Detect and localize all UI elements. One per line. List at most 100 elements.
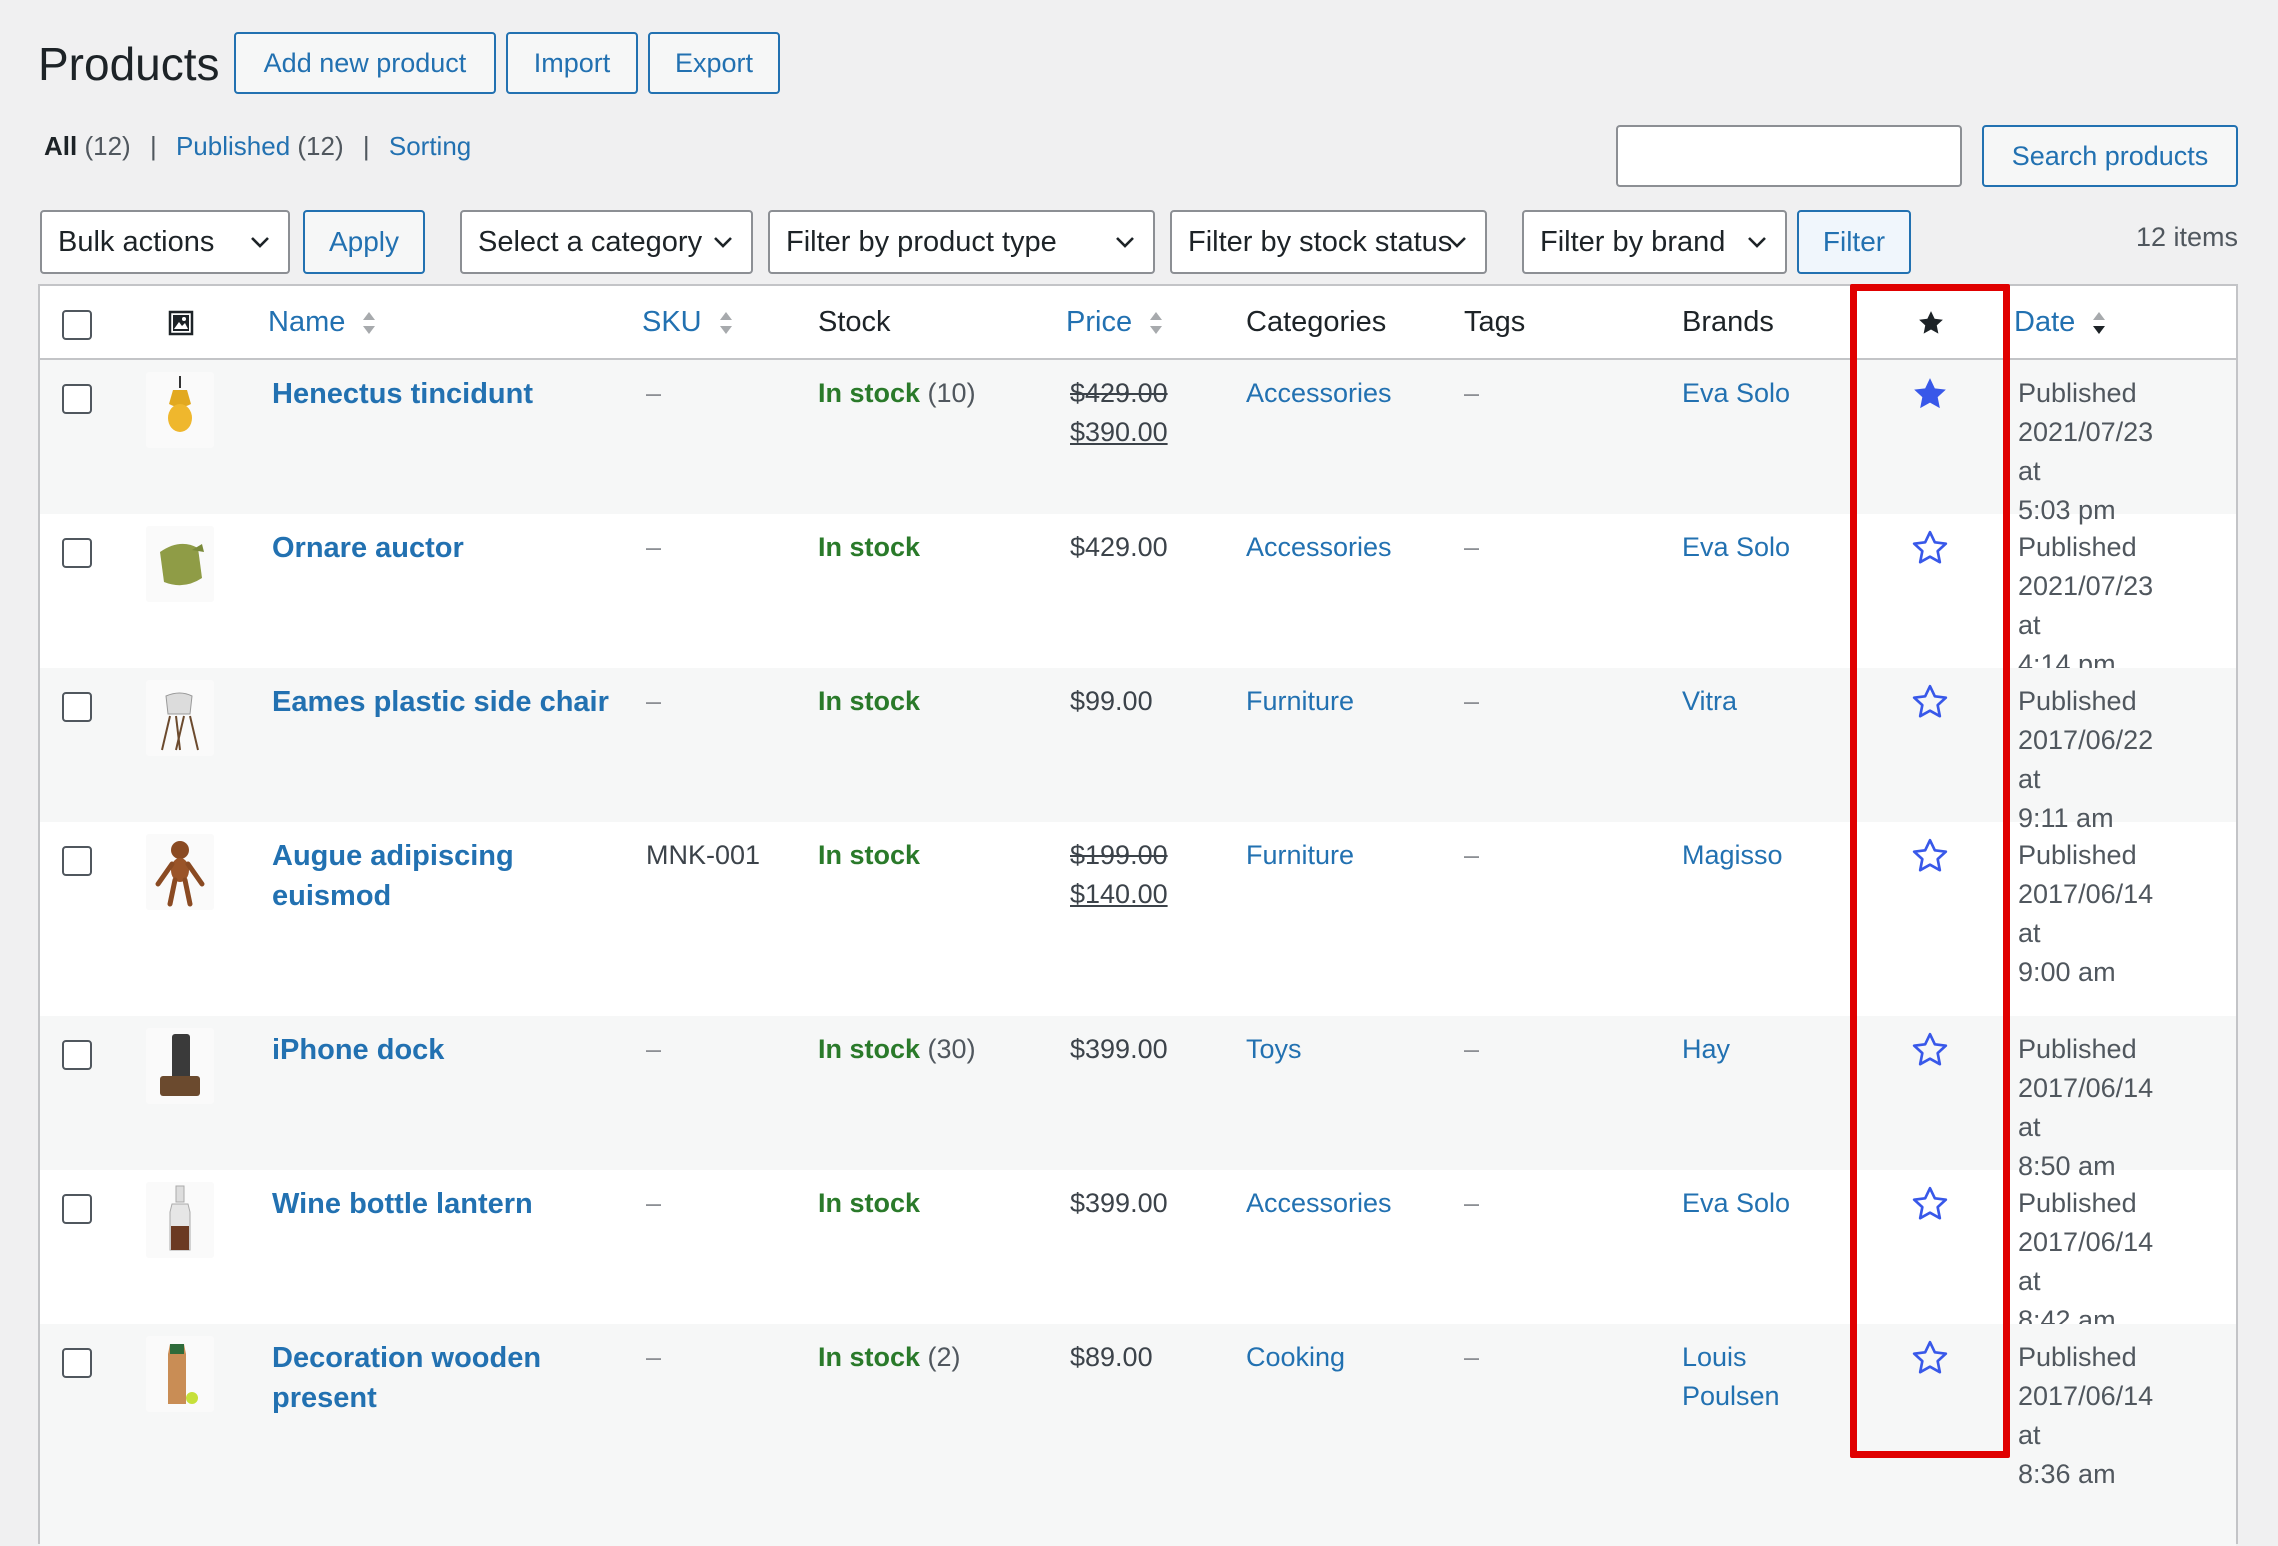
- stock-qty: (2): [927, 1342, 961, 1372]
- import-button[interactable]: Import: [506, 32, 638, 94]
- category-link[interactable]: Furniture: [1246, 682, 1354, 721]
- view-published-count: (12): [297, 131, 344, 161]
- sort-icon: [719, 312, 732, 335]
- bulk-actions-select[interactable]: Bulk actions: [40, 210, 290, 274]
- view-sorting-link[interactable]: Sorting: [389, 131, 471, 161]
- stock-cell: In stock (10): [818, 374, 976, 413]
- sort-icon: [1150, 312, 1163, 335]
- date-cell: Published 2017/06/14 at 9:00 am: [2018, 836, 2178, 992]
- date-cell: Published 2017/06/14 at 8:50 am: [2018, 1030, 2178, 1186]
- date-day: 2017/06/14 at: [2018, 1227, 2154, 1296]
- items-count: 12 items: [2135, 222, 2238, 252]
- row-checkbox[interactable]: [62, 538, 92, 568]
- product-name-link[interactable]: Ornare auctor: [272, 528, 612, 568]
- product-thumbnail[interactable]: [146, 834, 214, 910]
- product-thumbnail[interactable]: [146, 526, 214, 602]
- product-name-link[interactable]: Augue adipiscing euismod: [272, 836, 612, 916]
- row-checkbox[interactable]: [62, 692, 92, 722]
- date-status: Published: [2018, 1034, 2137, 1064]
- view-published-link[interactable]: Published: [176, 131, 290, 161]
- regular-price: $429.00: [1070, 378, 1168, 408]
- product-thumbnail[interactable]: [146, 1182, 214, 1258]
- stock-status: In stock: [818, 1188, 921, 1218]
- date-cell: Published 2017/06/14 at 8:36 am: [2018, 1338, 2178, 1494]
- date-day: 2021/07/23 at: [2018, 417, 2154, 486]
- product-thumbnail[interactable]: [146, 1028, 214, 1104]
- tags-cell: –: [1464, 1188, 1480, 1218]
- date-status: Published: [2018, 1342, 2137, 1372]
- sort-icon: [363, 312, 376, 335]
- brand-link[interactable]: Vitra: [1682, 682, 1737, 721]
- row-checkbox[interactable]: [62, 846, 92, 876]
- column-sku[interactable]: SKU: [642, 306, 734, 339]
- row-checkbox[interactable]: [62, 1348, 92, 1378]
- product-thumbnail[interactable]: [146, 1336, 214, 1412]
- product-name-link[interactable]: Eames plastic side chair: [272, 682, 612, 722]
- price-cell: $99.00: [1070, 686, 1153, 716]
- date-day: 2017/06/14 at: [2018, 1381, 2154, 1450]
- search-input[interactable]: [1616, 125, 1962, 187]
- brand-link[interactable]: Eva Solo: [1682, 1184, 1790, 1223]
- add-new-product-button[interactable]: Add new product: [234, 32, 496, 94]
- date-time: 8:36 am: [2018, 1459, 2116, 1489]
- tags-cell: –: [1464, 1034, 1480, 1064]
- row-checkbox[interactable]: [62, 1194, 92, 1224]
- category-link[interactable]: Accessories: [1246, 1184, 1392, 1223]
- column-brands: Brands: [1682, 306, 1774, 338]
- chevron-down-icon: [1448, 237, 1466, 248]
- product-type-select[interactable]: Filter by product type: [768, 210, 1155, 274]
- brand-link[interactable]: Magisso: [1682, 836, 1783, 875]
- select-all-checkbox[interactable]: [62, 310, 92, 340]
- date-day: 2021/07/23 at: [2018, 571, 2154, 640]
- category-link[interactable]: Accessories: [1246, 528, 1392, 567]
- category-link[interactable]: Cooking: [1246, 1338, 1345, 1377]
- product-thumbnail[interactable]: [146, 372, 214, 448]
- stock-status-select[interactable]: Filter by stock status: [1170, 210, 1487, 274]
- category-link[interactable]: Furniture: [1246, 836, 1354, 875]
- price-cell: $399.00: [1070, 1188, 1168, 1218]
- column-price[interactable]: Price: [1066, 306, 1164, 339]
- category-select[interactable]: Select a category: [460, 210, 753, 274]
- column-date[interactable]: Date: [2014, 306, 2107, 339]
- view-separator: |: [149, 131, 157, 161]
- product-thumbnail[interactable]: [146, 680, 214, 756]
- column-date-label: Date: [2014, 306, 2076, 338]
- filter-button[interactable]: Filter: [1797, 210, 1911, 274]
- product-name-link[interactable]: Decoration wooden present: [272, 1338, 612, 1418]
- stock-cell: In stock: [818, 528, 920, 567]
- chevron-down-icon: [1748, 237, 1766, 248]
- chevron-down-icon: [251, 237, 269, 248]
- product-name-link[interactable]: Henectus tincidunt: [272, 374, 612, 414]
- brand-link[interactable]: Eva Solo: [1682, 374, 1790, 413]
- brand-line: Poulsen: [1682, 1381, 1780, 1411]
- search-products-button[interactable]: Search products: [1982, 125, 2238, 187]
- tags-cell: –: [1464, 840, 1480, 870]
- view-all-count: (12): [84, 131, 131, 161]
- view-all-link[interactable]: All: [44, 131, 77, 161]
- product-name-link[interactable]: iPhone dock: [272, 1030, 612, 1070]
- brand-link[interactable]: Hay: [1682, 1030, 1730, 1069]
- category-link[interactable]: Toys: [1246, 1030, 1302, 1069]
- bulk-actions-label: Bulk actions: [58, 225, 215, 258]
- stock-status-select-label: Filter by stock status: [1188, 225, 1453, 258]
- product-name-link[interactable]: Wine bottle lantern: [272, 1184, 612, 1224]
- column-name[interactable]: Name: [268, 306, 377, 339]
- sale-price: $390.00: [1070, 417, 1168, 447]
- date-cell: Published 2017/06/14 at 8:42 am: [2018, 1184, 2178, 1340]
- date-status: Published: [2018, 840, 2137, 870]
- product-name-line: euismod: [272, 880, 392, 912]
- brand-link[interactable]: Eva Solo: [1682, 528, 1790, 567]
- stock-status: In stock: [818, 1034, 921, 1064]
- brand-select[interactable]: Filter by brand: [1522, 210, 1787, 274]
- brand-link[interactable]: Louis Poulsen: [1682, 1338, 1780, 1416]
- export-button[interactable]: Export: [648, 32, 780, 94]
- category-link[interactable]: Accessories: [1246, 374, 1392, 413]
- stock-qty: (10): [927, 378, 976, 408]
- sale-price: $140.00: [1070, 879, 1168, 909]
- row-checkbox[interactable]: [62, 1040, 92, 1070]
- brand-line: Louis: [1682, 1342, 1747, 1372]
- date-day: 2017/06/14 at: [2018, 879, 2154, 948]
- image-column-icon: [168, 310, 194, 336]
- apply-button[interactable]: Apply: [303, 210, 425, 274]
- row-checkbox[interactable]: [62, 384, 92, 414]
